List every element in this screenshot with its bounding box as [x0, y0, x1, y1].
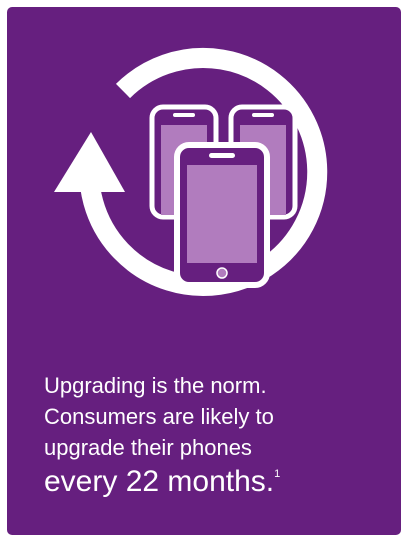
- phone-upgrade-illustration: [54, 47, 328, 296]
- caption-highlight: every 22 months.1: [44, 463, 389, 501]
- upgrade-stat-card: Upgrading is the norm. Consumers are lik…: [7, 7, 401, 535]
- upgrade-interval-text: every 22 months.: [44, 465, 275, 498]
- caption-line: upgrade their phones: [44, 435, 252, 460]
- footnote-marker: 1: [274, 468, 281, 480]
- caption-line: Consumers are likely to: [44, 404, 274, 429]
- caption-line: Upgrading is the norm.: [44, 373, 267, 398]
- upgrade-caption: Upgrading is the norm. Consumers are lik…: [44, 370, 389, 501]
- phone-icon: [174, 142, 270, 288]
